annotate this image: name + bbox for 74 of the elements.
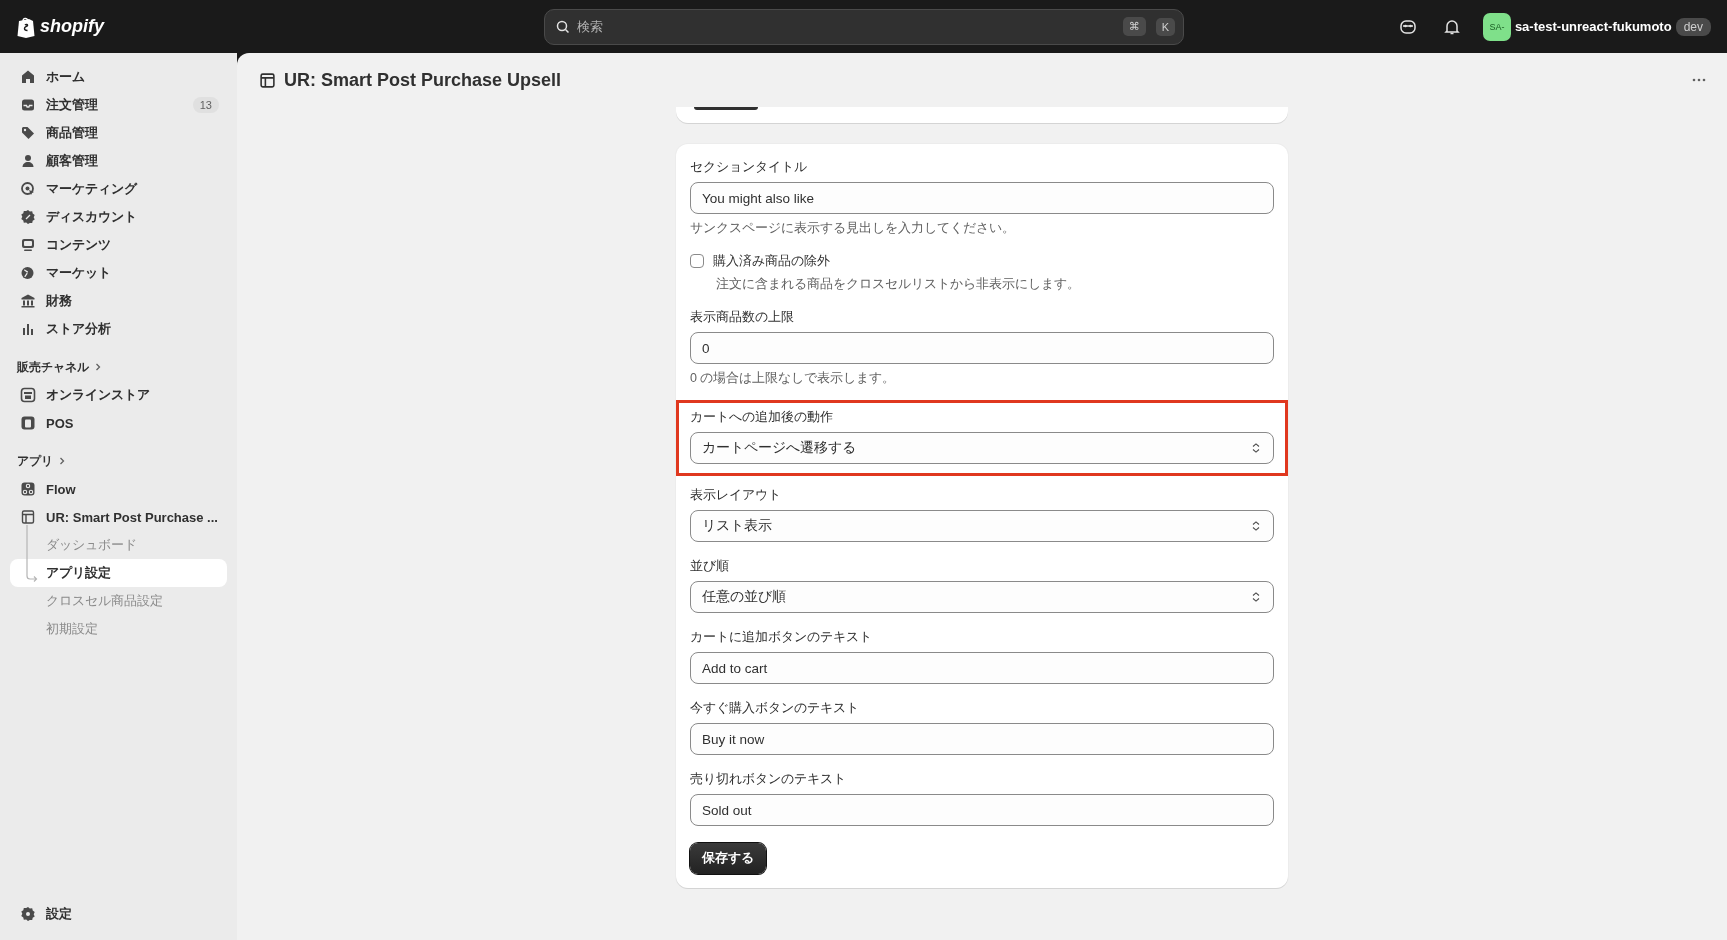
sub-nav-item[interactable]: アプリ設定 xyxy=(10,559,227,587)
store-badge: dev xyxy=(1675,17,1711,36)
field-label: カートに追加ボタンのテキスト xyxy=(690,628,873,646)
tree-line xyxy=(25,525,39,585)
search-field[interactable]: 検索 ⌘ K xyxy=(544,8,1184,45)
field-label: 売り切れボタンのテキスト xyxy=(690,770,847,788)
discount-icon xyxy=(20,209,36,225)
up-down-chevron-icon xyxy=(1250,519,1262,533)
page-title: UR: Smart Post Purchase Upsell xyxy=(284,69,563,91)
help-text: 0 の場合は上限なしで表示します。 xyxy=(690,370,897,387)
bank-icon xyxy=(20,293,36,309)
section-heading[interactable]: アプリ xyxy=(17,452,53,470)
nav-item[interactable]: Flow xyxy=(10,475,227,503)
notification-bell-icon[interactable] xyxy=(1442,17,1461,36)
field-label: 表示商品数の上限 xyxy=(690,308,795,326)
nav-item[interactable]: オンラインストア xyxy=(10,381,227,409)
help-text: サンクスページに表示する見出しを入力してください。 xyxy=(690,220,1016,237)
storefront-icon xyxy=(20,387,36,403)
text-field[interactable]: You might also like xyxy=(690,182,1274,214)
field-label: 表示レイアウト xyxy=(690,486,782,504)
logo[interactable]: shopify xyxy=(40,16,104,37)
search-icon xyxy=(555,18,571,35)
app-window-icon xyxy=(20,509,36,525)
checkbox[interactable] xyxy=(690,254,704,268)
text-field[interactable]: Sold out xyxy=(690,794,1274,826)
home-icon xyxy=(20,69,36,85)
store-name[interactable]: sa-test-unreact-fukumoto xyxy=(1514,19,1672,34)
monitor-icon xyxy=(20,237,36,253)
select-field[interactable]: 任意の並び順 xyxy=(690,581,1274,613)
up-down-chevron-icon xyxy=(1250,590,1262,604)
inbox-icon xyxy=(20,97,36,113)
nav-item[interactable]: ホーム xyxy=(10,63,227,91)
text-field[interactable]: 0 xyxy=(690,332,1274,364)
bar-chart-icon xyxy=(20,321,36,337)
checkbox-label: 購入済み商品の除外 xyxy=(713,252,830,270)
nav-item[interactable]: マーケティング xyxy=(10,175,227,203)
up-down-chevron-icon xyxy=(1250,441,1262,455)
target-icon xyxy=(20,181,36,197)
nav-item[interactable]: ディスカウント xyxy=(10,203,227,231)
section-heading[interactable]: 販売チャネル xyxy=(17,358,89,376)
store-avatar[interactable]: SA- xyxy=(1482,12,1511,41)
nav-item[interactable]: 商品管理 xyxy=(10,119,227,147)
nav-item[interactable]: ストア分析 xyxy=(10,315,227,343)
flow-icon xyxy=(20,481,36,497)
app-window-icon xyxy=(259,71,276,89)
shopping-bag-logo-icon xyxy=(16,15,36,38)
settings-icon xyxy=(20,906,36,922)
nav-item[interactable]: 財務 xyxy=(10,287,227,315)
nav-item[interactable]: UR: Smart Post Purchase ... xyxy=(10,503,227,531)
save-button[interactable]: 保存する xyxy=(690,843,766,874)
select-field[interactable]: カートページへ遷移する xyxy=(690,432,1274,464)
person-icon xyxy=(20,153,36,169)
chevron-icon[interactable] xyxy=(93,362,103,372)
field-label: セクションタイトル xyxy=(690,158,808,176)
tag-icon xyxy=(20,125,36,141)
field-label: 今すぐ購入ボタンのテキスト xyxy=(690,699,860,717)
shortcut-key: K xyxy=(1155,17,1175,36)
shortcut-key: ⌘ xyxy=(1122,17,1146,36)
field-label: カートへの追加後の動作 xyxy=(690,408,834,426)
text-field[interactable]: Add to cart xyxy=(690,652,1274,684)
nav-item[interactable]: POS xyxy=(10,409,227,437)
nav-item[interactable]: コンテンツ xyxy=(10,231,227,259)
nav-item[interactable]: マーケット xyxy=(10,259,227,287)
bag-icon xyxy=(20,415,36,431)
count-badge: 13 xyxy=(192,97,219,113)
help-text: 注文に含まれる商品をクロスセルリストから非表示にします。 xyxy=(716,276,1081,293)
nav-item[interactable]: 顧客管理 xyxy=(10,147,227,175)
settings-item[interactable]: 設定 xyxy=(10,900,227,928)
nav-item[interactable]: 注文管理 13 xyxy=(10,91,227,119)
chevron-icon[interactable] xyxy=(57,456,67,466)
select-field[interactable]: リスト表示 xyxy=(690,510,1274,542)
text-field[interactable]: Buy it now xyxy=(690,723,1274,755)
assistant-icon[interactable] xyxy=(1398,17,1417,36)
field-label: 並び順 xyxy=(690,557,730,575)
